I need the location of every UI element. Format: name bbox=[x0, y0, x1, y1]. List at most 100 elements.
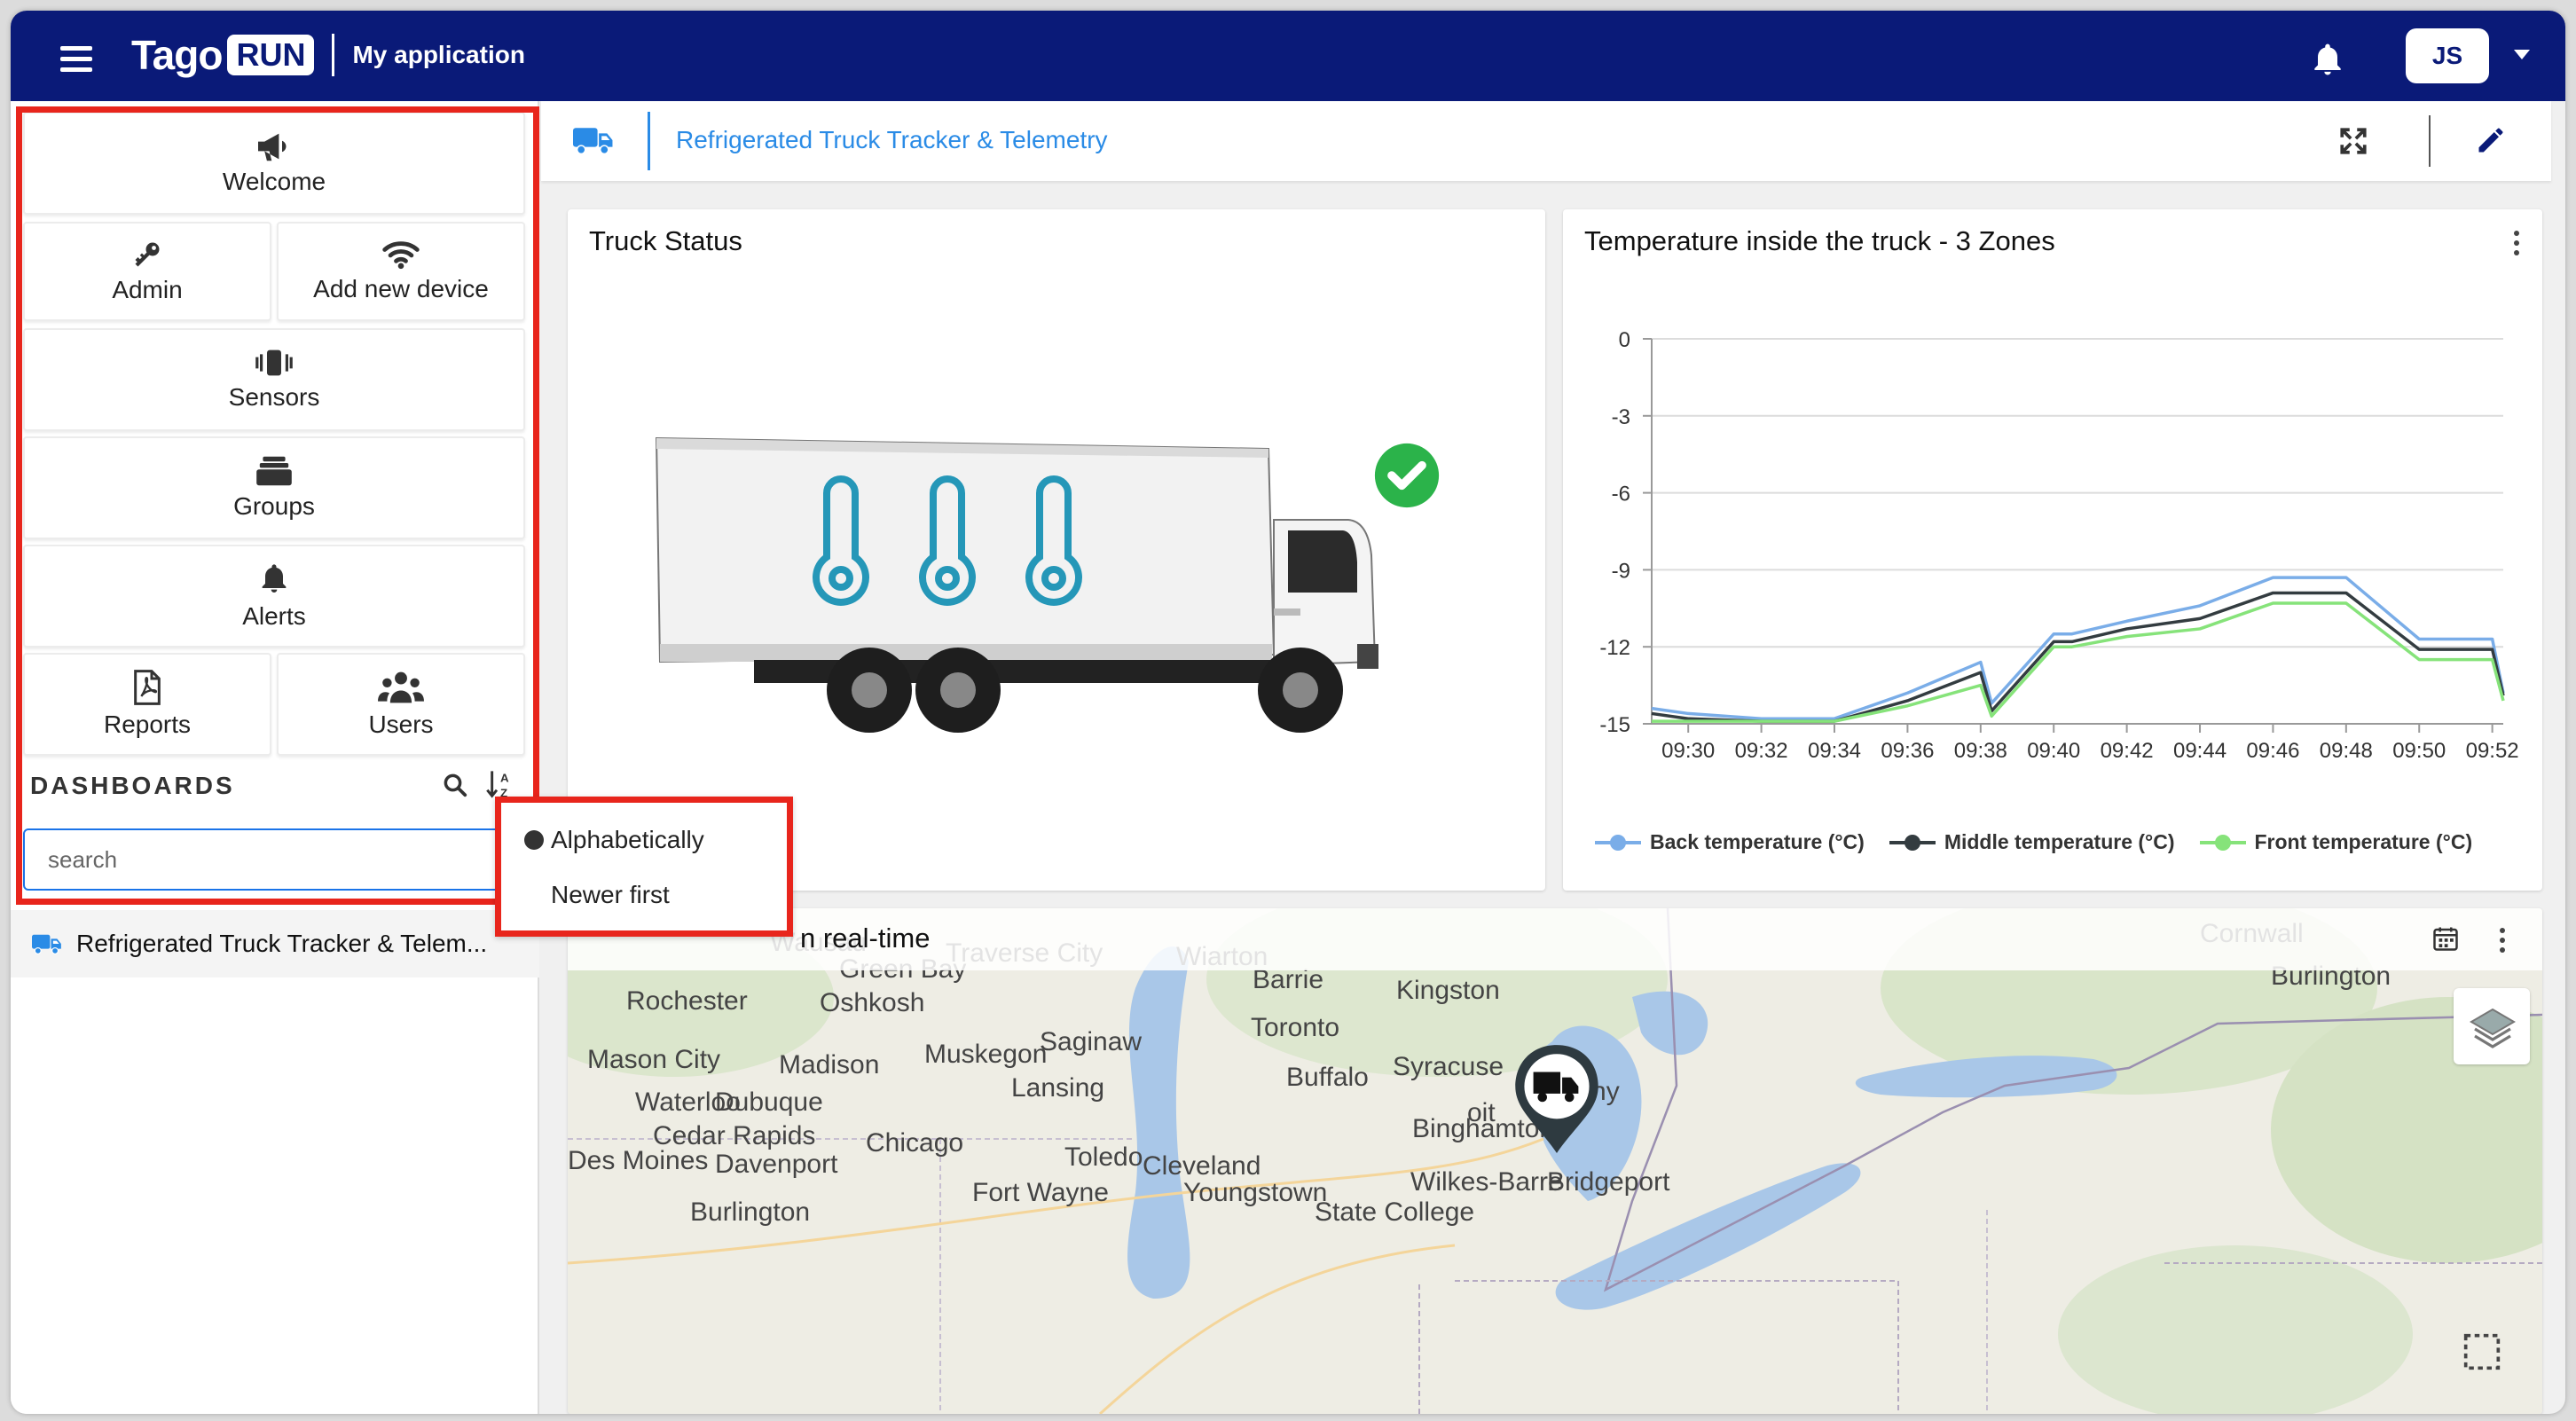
map-place-label: Bridgeport bbox=[1547, 1167, 1670, 1197]
brand[interactable]: Tago RUN My application bbox=[131, 30, 525, 80]
toolbar-divider bbox=[2429, 115, 2431, 167]
main-content: Refrigerated Truck Tracker & Telemetry T… bbox=[541, 101, 2565, 1414]
truck-location-marker-icon[interactable] bbox=[1512, 1041, 1602, 1157]
legend-swatch bbox=[1889, 834, 1936, 851]
legend-item[interactable]: Back temperature (°C) bbox=[1593, 830, 1865, 854]
x-tick-label: 09:30 bbox=[1661, 739, 1715, 763]
legend-swatch bbox=[2199, 834, 2246, 851]
dashboards-header: DASHBOARDS A Z bbox=[11, 758, 539, 811]
sidebar-item-label: Admin bbox=[112, 276, 183, 303]
wifi-icon bbox=[382, 241, 420, 270]
title-divider bbox=[648, 112, 650, 170]
map-place-label: Saginaw bbox=[1040, 1027, 1143, 1056]
fullscreen-icon[interactable] bbox=[2338, 126, 2368, 156]
map-place-label: Fort Wayne bbox=[972, 1178, 1109, 1207]
map-place-label: Cleveland bbox=[1143, 1151, 1261, 1181]
map-layers-button[interactable] bbox=[2454, 988, 2530, 1064]
sidebar-item-label: Welcome bbox=[222, 168, 326, 195]
truck-icon bbox=[32, 934, 61, 954]
selected-indicator-icon bbox=[524, 830, 544, 850]
x-tick-label: 09:36 bbox=[1881, 739, 1934, 763]
app-window: Tago RUN My application JS Welcome Admin… bbox=[11, 11, 2565, 1414]
y-tick-label: -6 bbox=[1612, 483, 1630, 506]
x-tick-label: 09:44 bbox=[2173, 739, 2227, 763]
chart-legend: Back temperature (°C) Middle temperature … bbox=[1593, 830, 2495, 854]
users-icon bbox=[378, 671, 424, 703]
legend-label: Front temperature (°C) bbox=[2254, 830, 2473, 853]
legend-item[interactable]: Front temperature (°C) bbox=[2198, 830, 2473, 854]
more-options-icon[interactable] bbox=[2500, 928, 2507, 957]
y-tick-label: 0 bbox=[1619, 328, 1630, 352]
temperature-line-chart: 0 -3 -6 -9 -12 -15 09:30 09:32 09:34 09:36 09:38 09… bbox=[1599, 328, 2518, 763]
sidebar-item-label: Users bbox=[368, 710, 434, 738]
y-tick-label: -9 bbox=[1612, 559, 1630, 583]
calendar-icon[interactable] bbox=[2432, 924, 2459, 953]
sort-option-label: Newer first bbox=[551, 881, 670, 908]
hamburger-menu-icon[interactable] bbox=[60, 46, 92, 72]
map-place-label: Rochester bbox=[626, 986, 748, 1016]
more-options-icon[interactable] bbox=[2514, 231, 2521, 260]
top-bar: Tago RUN My application JS bbox=[11, 11, 2565, 101]
sidebar-item-add-new-device[interactable]: Add new device bbox=[277, 222, 525, 321]
truck-image bbox=[655, 436, 1378, 733]
dashboards-title: DASHBOARDS bbox=[30, 772, 235, 799]
map-place-label: Wilkes-Barre bbox=[1410, 1167, 1563, 1197]
sidebar-item-groups[interactable]: Groups bbox=[23, 436, 525, 539]
map-place-label: Lansing bbox=[1011, 1073, 1105, 1103]
temperature-chart-card: Temperature inside the truck - 3 Zones 0… bbox=[1563, 209, 2542, 891]
legend-label: Back temperature (°C) bbox=[1650, 830, 1865, 853]
y-tick-label: -15 bbox=[1599, 713, 1630, 737]
sidebar: Welcome Admin Add new device Sensors Gro… bbox=[11, 101, 539, 1414]
map-place-label: Kingston bbox=[1396, 976, 1500, 1005]
truck-icon bbox=[573, 128, 613, 155]
map-place-label: Youngstown bbox=[1183, 1178, 1328, 1207]
sidebar-item-label: Add new device bbox=[313, 275, 489, 302]
sidebar-item-reports[interactable]: Reports bbox=[23, 653, 271, 756]
sidebar-item-users[interactable]: Users bbox=[277, 653, 525, 756]
sort-option-newer-first[interactable]: Newer first bbox=[501, 870, 787, 920]
search-icon[interactable] bbox=[442, 772, 468, 798]
dashboard-list-item[interactable]: Refrigerated Truck Tracker & Telem... bbox=[11, 910, 539, 977]
notifications-bell-icon[interactable] bbox=[2308, 41, 2347, 80]
select-area-icon[interactable] bbox=[2462, 1332, 2501, 1371]
sort-dropdown-menu: Alphabetically Newer first bbox=[495, 797, 793, 937]
card-title: Temperature inside the truck - 3 Zones bbox=[1584, 225, 2055, 256]
map-place-label: Davenport bbox=[715, 1150, 838, 1179]
card-title: n real-time bbox=[800, 922, 931, 954]
map-card: WausauTraverse CityWiartonCornwallGreen … bbox=[568, 908, 2542, 1414]
edit-pencil-icon[interactable] bbox=[2475, 124, 2507, 156]
sort-alpha-icon[interactable]: A Z bbox=[486, 768, 514, 800]
map-place-label: Madison bbox=[779, 1050, 880, 1079]
sidebar-item-label: Groups bbox=[233, 492, 315, 520]
x-tick-label: 09:50 bbox=[2392, 739, 2446, 763]
series-line-2 bbox=[1652, 601, 2505, 723]
user-avatar-button[interactable]: JS bbox=[2406, 28, 2489, 83]
map-place-label: Burlington bbox=[690, 1197, 811, 1227]
map-place-label: Syracuse bbox=[1393, 1052, 1504, 1081]
y-tick-label: -12 bbox=[1599, 636, 1630, 660]
sidebar-item-sensors[interactable]: Sensors bbox=[23, 328, 525, 431]
key-icon bbox=[135, 242, 160, 267]
chevron-down-icon[interactable] bbox=[2514, 50, 2530, 59]
map-card-header: n real-time bbox=[568, 908, 2542, 970]
card-title: Truck Status bbox=[589, 225, 742, 256]
x-tick-label: 09:34 bbox=[1808, 739, 1861, 763]
map-place-label: Chicago bbox=[866, 1128, 964, 1158]
map-place-label: Buffalo bbox=[1286, 1063, 1369, 1092]
x-tick-label: 09:32 bbox=[1735, 739, 1788, 763]
x-tick-label: 09:40 bbox=[2027, 739, 2080, 763]
sidebar-item-admin[interactable]: Admin bbox=[23, 222, 271, 321]
sidebar-item-alerts[interactable]: Alerts bbox=[23, 545, 525, 648]
sidebar-item-welcome[interactable]: Welcome bbox=[23, 112, 525, 215]
sidebar-item-label: Sensors bbox=[228, 383, 320, 411]
dashboard-search-input[interactable] bbox=[23, 828, 516, 891]
legend-item[interactable]: Middle temperature (°C) bbox=[1888, 830, 2175, 854]
x-tick-label: 09:46 bbox=[2246, 739, 2299, 763]
map-place-label: Des Moines bbox=[568, 1146, 709, 1175]
map-place-label: Muskegon bbox=[924, 1040, 1048, 1069]
layers-icon bbox=[2470, 1008, 2516, 1048]
x-tick-label: 09:42 bbox=[2101, 739, 2154, 763]
sort-option-alphabetically[interactable]: Alphabetically bbox=[501, 815, 787, 865]
svg-text:A: A bbox=[500, 771, 509, 784]
map-place-label: Toronto bbox=[1251, 1013, 1340, 1042]
